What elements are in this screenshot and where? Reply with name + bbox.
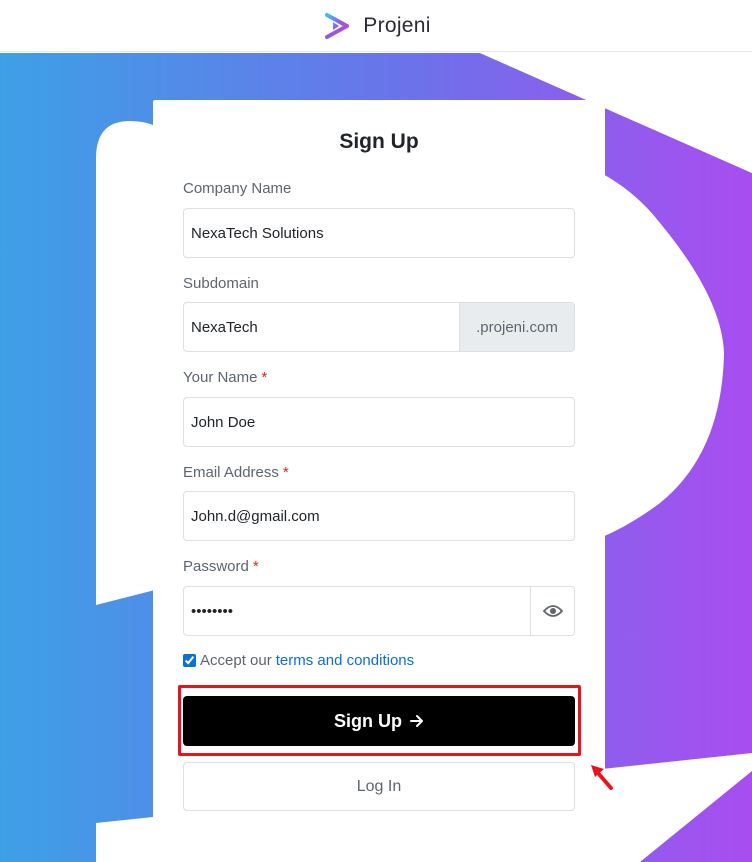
company-name-field [183,208,575,258]
page-title: Sign Up [339,130,419,153]
sign-up-button[interactable]: Sign Up [183,696,575,746]
sign-up-button-label: Sign Up [334,710,402,731]
company-name-label: Company Name [183,180,292,197]
projeni-logo-icon [325,12,350,39]
accept-terms-text: Accept our [200,652,272,669]
email-label: Email Address * [183,464,289,481]
password-field [183,586,575,636]
email-label-text: Email Address [183,464,279,481]
password-input[interactable] [184,587,530,635]
email-field [183,491,575,541]
your-name-input[interactable] [184,398,574,446]
subdomain-suffix: .projeni.com [459,303,574,351]
terms-link[interactable]: terms and conditions [276,652,414,669]
your-name-label-text: Your Name [183,369,258,386]
your-name-field [183,397,575,447]
password-label-text: Password [183,558,249,575]
required-marker: * [252,558,259,575]
subdomain-input[interactable] [184,303,459,351]
subdomain-field: .projeni.com [183,302,575,352]
eye-icon [542,605,563,617]
log-in-button[interactable]: Log In [183,762,575,811]
required-marker: * [261,369,268,386]
required-marker: * [282,464,289,481]
company-name-input[interactable] [184,209,574,257]
arrow-right-icon [410,715,423,727]
subdomain-label: Subdomain [183,275,259,292]
signup-card: Sign Up Company Name Subdomain .projeni.… [153,100,605,862]
accept-terms-checkbox[interactable] [183,654,196,667]
brand[interactable]: Projeni [321,10,430,42]
your-name-label: Your Name * [183,369,267,386]
password-label: Password * [183,558,259,575]
red-pointer-arrow-icon [591,765,613,790]
top-header: Projeni [0,0,752,52]
email-input[interactable] [184,492,574,540]
show-password-toggle[interactable] [530,587,574,635]
brand-name: Projeni [363,13,431,37]
accept-terms[interactable]: Accept our terms and conditions [183,652,414,669]
